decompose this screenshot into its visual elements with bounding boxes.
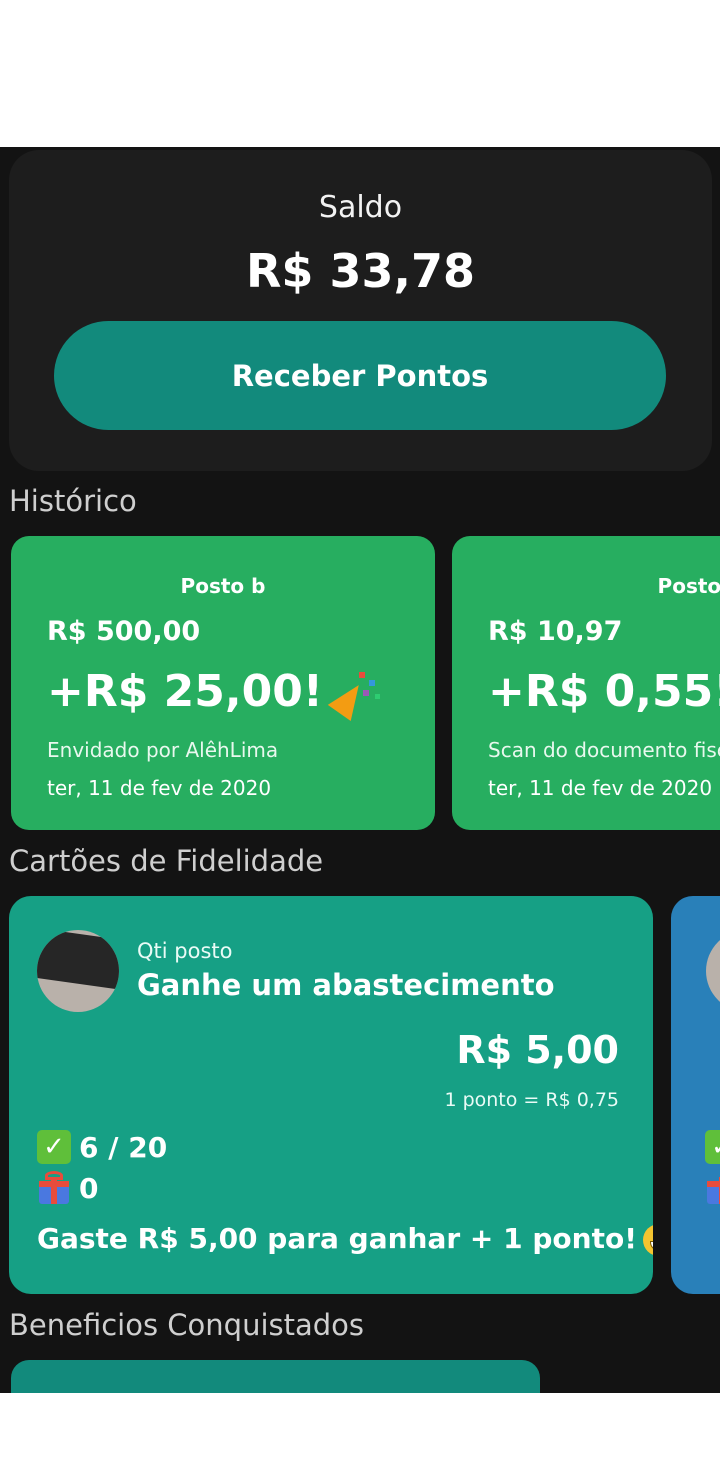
gift-icon: [37, 1171, 71, 1205]
app-screen: Saldo R$ 33,78 Receber Pontos Histórico …: [0, 147, 720, 1393]
history-earned-value: +R$ 25,00!: [47, 666, 323, 717]
loyalty-progress-row: ✓ 6 / 20: [37, 1130, 167, 1164]
store-avatar: [706, 930, 720, 1012]
history-note: Envidado por AlêhLima: [47, 738, 279, 762]
history-card[interactable]: Posto b R$ 10,97 +R$ 0,55! Scan do docum…: [452, 536, 720, 830]
loyalty-title: Cartões de Fidelidade: [9, 844, 324, 878]
loyalty-amount: R$ 5,00: [456, 1028, 619, 1072]
loyalty-reward: Ganhe um abastecimento: [137, 968, 555, 1002]
receive-points-button[interactable]: Receber Pontos: [54, 321, 666, 430]
loyalty-gifts-row: 0: [37, 1171, 98, 1205]
history-earned-value: +R$ 0,55!: [488, 666, 720, 717]
history-earned: +R$ 0,55!: [488, 666, 720, 717]
loyalty-progress-row: ✓: [705, 1130, 720, 1164]
history-earned: +R$ 25,00!: [47, 666, 381, 721]
store-avatar: [37, 930, 119, 1012]
history-date: ter, 11 de fev de 2020: [488, 776, 713, 800]
benefits-title: Beneficios Conquistados: [9, 1308, 365, 1342]
history-place: Posto b: [657, 574, 720, 598]
history-card[interactable]: Posto b R$ 500,00 +R$ 25,00! Envidado po…: [11, 536, 435, 830]
loyalty-rate: 1 ponto = R$ 0,75: [444, 1089, 619, 1111]
loyalty-card[interactable]: ✓: [671, 896, 720, 1294]
loyalty-card[interactable]: Qti posto Ganhe um abastecimento R$ 5,00…: [9, 896, 653, 1294]
loyalty-tip: Gaste R$ 5,00 para ganhar + 1 ponto!: [37, 1222, 653, 1256]
history-place: Posto b: [180, 574, 266, 598]
benefit-card[interactable]: [11, 1360, 540, 1393]
balance-card: Saldo R$ 33,78 Receber Pontos: [9, 150, 712, 471]
loyalty-tip-text: Gaste R$ 5,00 para ganhar + 1 ponto!: [37, 1222, 637, 1255]
loyalty-gifts-row: [705, 1171, 720, 1205]
history-spent: R$ 10,97: [488, 616, 623, 647]
history-date: ter, 11 de fev de 2020: [47, 776, 272, 800]
balance-value: R$ 33,78: [246, 244, 475, 298]
grin-emoji-icon: [642, 1224, 653, 1256]
gift-icon: [705, 1171, 720, 1205]
loyalty-store-name: Qti posto: [137, 939, 233, 963]
check-icon: ✓: [37, 1130, 71, 1164]
party-popper-icon: [327, 670, 381, 721]
balance-label: Saldo: [318, 190, 403, 225]
check-icon: ✓: [705, 1130, 720, 1164]
loyalty-progress: 6 / 20: [79, 1130, 168, 1164]
history-spent: R$ 500,00: [47, 616, 201, 647]
history-note: Scan do documento fiscal: [488, 738, 720, 762]
loyalty-gifts: 0: [79, 1171, 99, 1205]
history-title: Histórico: [9, 484, 137, 518]
